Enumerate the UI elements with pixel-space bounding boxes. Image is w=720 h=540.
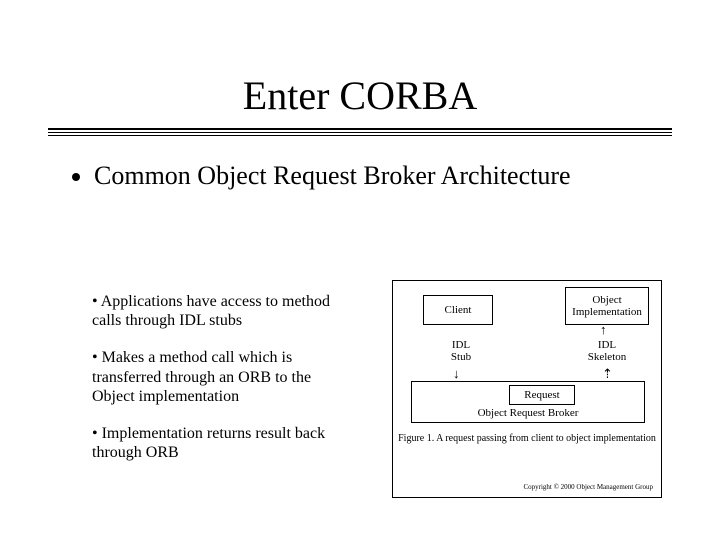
diagram-object-impl-box: Object Implementation bbox=[565, 287, 649, 325]
arrow-down-icon: ↓ bbox=[453, 367, 460, 380]
arrow-up-icon: ↑ bbox=[600, 323, 607, 336]
diagram-orb-label: Object Request Broker bbox=[412, 407, 644, 419]
slide-title: Enter CORBA bbox=[0, 72, 720, 119]
sub-bullet-1: • Applications have access to method cal… bbox=[92, 292, 352, 330]
sub-bullet-3: • Implementation returns result back thr… bbox=[92, 424, 352, 462]
corba-diagram: Client Object Implementation IDL Stub ID… bbox=[392, 280, 662, 498]
diagram-copyright: Copyright © 2000 Object Management Group bbox=[523, 483, 653, 491]
left-column: • Applications have access to method cal… bbox=[92, 292, 352, 480]
diagram-client-box: Client bbox=[423, 295, 493, 325]
slide: Enter CORBA Common Object Request Broker… bbox=[0, 0, 720, 540]
main-bullet-block: Common Object Request Broker Architectur… bbox=[70, 160, 571, 193]
diagram-idl-stub-label: IDL Stub bbox=[441, 339, 481, 363]
sub-bullet-2: • Makes a method call which is transferr… bbox=[92, 348, 352, 406]
main-bullet: Common Object Request Broker Architectur… bbox=[94, 160, 571, 193]
title-underline bbox=[48, 128, 672, 138]
diagram-idl-skeleton-label: IDL Skeleton bbox=[579, 339, 635, 363]
diagram-caption: Figure 1. A request passing from client … bbox=[393, 433, 661, 445]
arrow-up-dashed-icon: ⇡ bbox=[602, 367, 613, 380]
diagram-request-box: Request bbox=[509, 385, 575, 405]
